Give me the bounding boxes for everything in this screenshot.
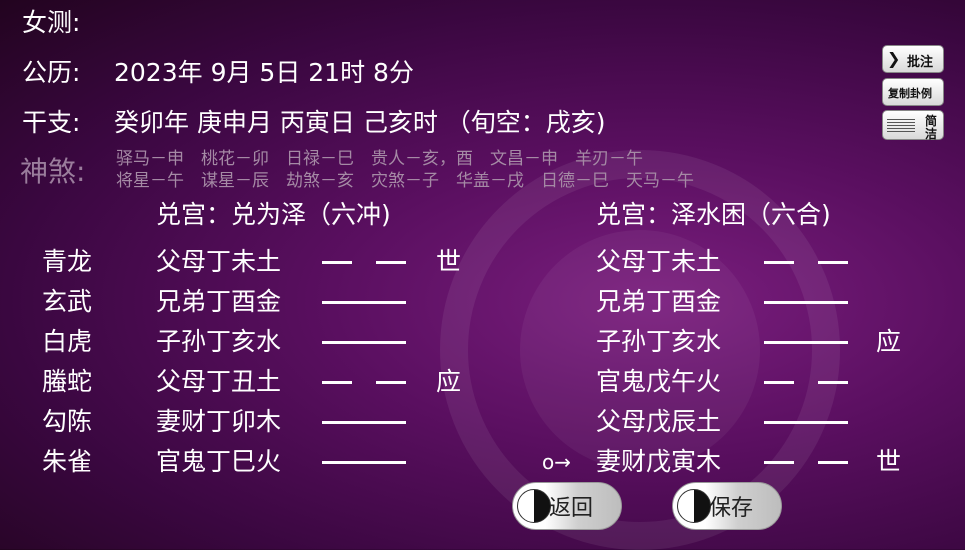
save-button[interactable]: 保存 [672,482,782,530]
six-god-label: 螣蛇 [42,367,93,396]
yin-line [322,261,406,264]
six-god-label: 玄武 [42,287,93,316]
ying-marker: 应 [876,327,902,356]
ying-marker: 应 [436,367,462,396]
yang-line [322,301,406,304]
back-button[interactable]: 返回 [512,482,622,530]
left-line-name: 子孙丁亥水 [156,327,282,356]
moving-line-arrow-icon: o→ [542,450,571,474]
yin-line [764,461,848,464]
shensha-row-2: 将星－午 谋星－辰 劫煞－亥 灾煞－子 华盖－戌 日德－巳 天马－午 [116,171,694,191]
list-lines-icon [887,119,915,133]
calendar-value: 2023年 9月 5日 21时 8分 [114,58,414,87]
six-god-label: 勾陈 [42,407,93,436]
left-hexagram-title: 兑宫：兑为泽（六冲) [156,200,391,229]
simple-mode-button[interactable]: 简 洁 [882,110,944,141]
six-god-label: 朱雀 [42,447,93,476]
shi-marker: 世 [436,247,462,276]
chevron-right-icon: ❯ [887,49,901,68]
annotate-button[interactable]: ❯ 批注 [882,45,944,73]
yang-line [764,341,848,344]
ganzhi-label: 干支: [22,108,81,137]
right-line-name: 子孙丁亥水 [596,327,722,356]
six-god-label: 青龙 [42,247,93,276]
shi-marker: 世 [876,447,902,476]
ganzhi-value: 癸卯年 庚申月 丙寅日 己亥时 （旬空：戌亥) [114,108,606,137]
calendar-label: 公历: [22,58,81,87]
right-line-name: 父母戊辰土 [596,407,722,436]
shensha-row-1: 驿马－申 桃花－卯 日禄－巳 贵人－亥，酉 文昌－申 羊刃－午 [116,149,643,169]
left-line-name: 官鬼丁巳火 [156,447,282,476]
right-line-name: 父母丁未土 [596,247,722,276]
six-god-label: 白虎 [42,327,93,356]
yang-line [322,341,406,344]
yin-line [764,261,848,264]
yang-line [764,421,848,424]
yang-line [322,461,406,464]
yin-line [322,381,406,384]
left-line-name: 父母丁未土 [156,247,282,276]
shensha-label: 神煞: [20,155,86,188]
taiji-icon [677,489,711,523]
yang-line [322,421,406,424]
right-line-name: 妻财戊寅木 [596,447,722,476]
yang-line [764,301,848,304]
gender-label: 女测: [22,8,81,37]
left-line-name: 妻财丁卯木 [156,407,282,436]
left-line-name: 兄弟丁酉金 [156,287,282,316]
right-line-name: 官鬼戊午火 [596,367,722,396]
copy-example-button[interactable]: 复制卦例 [882,78,944,106]
right-hexagram-title: 兑宫：泽水困（六合) [596,200,831,229]
taiji-icon [517,489,551,523]
left-line-name: 父母丁丑土 [156,367,282,396]
yin-line [764,381,848,384]
right-line-name: 兄弟丁酉金 [596,287,722,316]
